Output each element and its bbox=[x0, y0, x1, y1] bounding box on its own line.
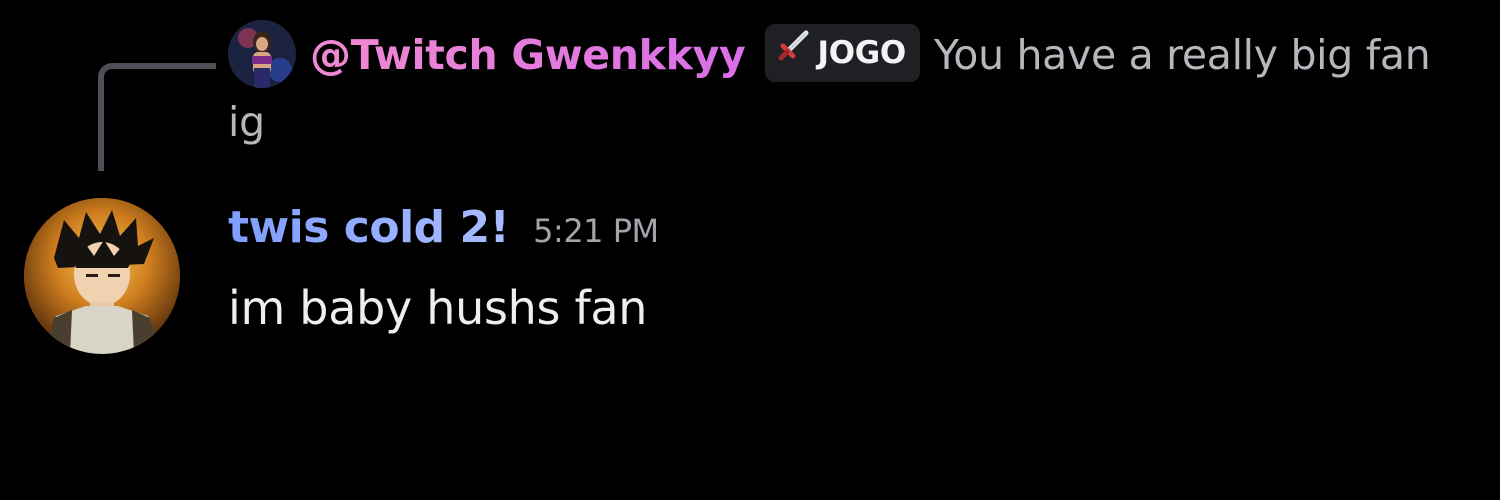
sword-icon bbox=[777, 23, 811, 81]
reply-author-name[interactable]: @Twitch Gwenkkyy bbox=[310, 31, 746, 79]
chat-message: @Twitch Gwenkkyy JOGO You have a really b… bbox=[0, 0, 1500, 500]
author-name[interactable]: twis cold 2! bbox=[228, 202, 510, 253]
message-header: twis cold 2! 5:21 PM bbox=[228, 196, 659, 260]
guild-tag-badge[interactable]: JOGO bbox=[765, 24, 920, 82]
author-avatar[interactable] bbox=[24, 198, 180, 354]
guild-tag-label: JOGO bbox=[817, 35, 906, 71]
reply-connector bbox=[98, 63, 216, 171]
message-content: im baby hushs fan bbox=[228, 281, 648, 335]
message-timestamp[interactable]: 5:21 PM bbox=[533, 212, 659, 250]
reply-preview[interactable]: @Twitch Gwenkkyy JOGO You have a really b… bbox=[228, 20, 1478, 152]
reply-author-avatar[interactable] bbox=[228, 20, 296, 88]
